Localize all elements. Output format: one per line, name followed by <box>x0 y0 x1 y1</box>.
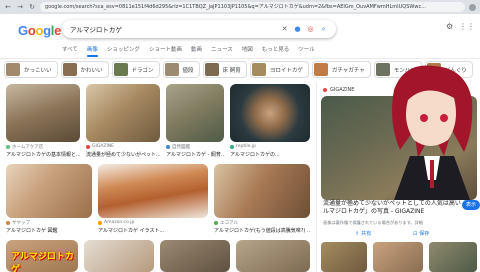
image-result[interactable]: エコアル アルマジロトカゲ(もう値段は高騰気味?) ... <box>214 164 310 236</box>
chip-thumbnail <box>204 63 219 76</box>
result-thumbnail[interactable] <box>98 164 208 218</box>
chip-thumbnail <box>164 63 179 76</box>
chip-thumbnail <box>113 63 128 76</box>
tab-more[interactable]: もっと見る <box>262 44 290 56</box>
result-source: ホームアクア店 <box>6 144 43 150</box>
visit-button[interactable]: 表示 <box>462 200 480 210</box>
chip-price[interactable]: 値段 <box>162 61 200 78</box>
image-result[interactable]: 自然図鑑 アルマジロトカゲ - 飼育... <box>166 84 224 160</box>
preview-title[interactable]: 流通量が極めて少ないがペットとしての人気は高い「アルマジロトカゲ」の写真 - G… <box>323 200 473 216</box>
apps-icon[interactable]: ⋮⋮ <box>459 22 475 31</box>
result-thumbnail[interactable] <box>84 240 154 272</box>
result-thumbnail[interactable] <box>86 84 160 142</box>
result-thumbnail[interactable] <box>6 164 92 218</box>
result-thumbnail[interactable] <box>236 240 310 272</box>
result-thumbnail[interactable] <box>214 164 310 218</box>
share-icon: ⇪ <box>355 230 360 237</box>
result-title[interactable]: アルマジロトカゲの... <box>230 151 310 158</box>
reload-icon[interactable]: ↻ <box>28 3 36 11</box>
image-result[interactable]: GIGAZINE 流通量が極めて少ないがペット... <box>86 84 160 160</box>
tab-images[interactable]: 画像 <box>86 44 98 57</box>
image-result[interactable]: reptile.jp アルマジロトカゲの... <box>230 84 310 160</box>
chip-label: かわいい <box>80 67 103 74</box>
image-result[interactable]: Amazon.co.jp アルマジロトカゲ イラスト... <box>98 164 208 236</box>
result-thumbnail[interactable] <box>6 84 80 142</box>
result-title[interactable]: アルマジロトカゲ - 飼育... <box>166 151 224 158</box>
streamer-avatar <box>392 65 473 200</box>
result-title[interactable]: アルマジロトカゲ(もう値段は高騰気味?) ... <box>214 227 310 234</box>
tab-tools[interactable]: ツール <box>298 44 315 56</box>
chip-thumbnail <box>6 63 20 76</box>
result-title[interactable]: アルマジロトカゲ イラスト... <box>98 227 208 234</box>
result-title[interactable]: アルマジロトカゲの基本情報と... <box>6 151 80 158</box>
share-button[interactable]: ⇪ 共有 <box>355 230 371 238</box>
tab-maps[interactable]: 地図 <box>242 44 253 56</box>
result-source: reptile.jp <box>230 144 256 149</box>
gear-icon[interactable]: ⚙ <box>446 22 453 31</box>
chip-thumbnail <box>251 63 266 76</box>
header-divider <box>0 58 480 59</box>
tab-short-videos[interactable]: ショート動画 <box>149 44 182 56</box>
save-button[interactable]: ⊡ 保存 <box>413 230 429 238</box>
google-logo[interactable]: Google <box>18 23 61 38</box>
chip-label: かっこいい <box>24 67 52 74</box>
chip-floor-keeping[interactable]: 床 飼育 <box>202 61 247 78</box>
tab-all[interactable]: すべて <box>62 44 78 56</box>
microphone-icon[interactable]: ● <box>293 25 302 34</box>
result-title[interactable]: アルマジロトカゲ 図鑑 <box>6 227 92 234</box>
chip-cool[interactable]: かっこいい <box>4 61 58 78</box>
chip-label: ヨロイトカゲ <box>269 67 303 74</box>
tab-news[interactable]: ニュース <box>211 44 233 56</box>
result-source: サヤップ <box>6 220 30 226</box>
google-header: Google アルマジロトカゲ ✕ ● ◎ ⌕ ⚙ ⋮⋮ <box>0 14 480 44</box>
search-icon[interactable]: ⌕ <box>319 25 328 34</box>
search-input[interactable]: アルマジロトカゲ <box>70 24 276 34</box>
lens-icon[interactable]: ◎ <box>306 25 315 34</box>
result-source: エコアル <box>214 220 238 226</box>
back-icon[interactable]: ← <box>4 3 12 11</box>
forward-icon[interactable]: → <box>16 3 24 11</box>
tab-videos[interactable]: 動画 <box>191 44 202 56</box>
image-result[interactable] <box>236 240 310 272</box>
result-thumbnail[interactable] <box>160 240 230 272</box>
chip-thumbnail <box>62 63 77 76</box>
result-source: Amazon.co.jp <box>98 220 134 225</box>
preview-source[interactable]: GIGAZINE <box>323 87 354 93</box>
result-source: GIGAZINE <box>86 144 114 149</box>
result-thumbnail[interactable] <box>230 84 310 142</box>
chip-armored-lizard[interactable]: ヨロイトカゲ <box>249 61 309 78</box>
result-badge-text: アルマジロトカゲ <box>11 252 74 272</box>
chip-gacha[interactable]: ガチャガチャ <box>311 61 371 78</box>
chip-cute[interactable]: かわいい <box>60 61 109 78</box>
chip-label: ドラゴン <box>131 67 154 74</box>
clear-icon[interactable]: ✕ <box>280 25 289 34</box>
address-bar[interactable]: google.com/search?sca_esv=0811e151f4d6d2… <box>40 2 465 12</box>
image-result[interactable]: サヤップ アルマジロトカゲ 図鑑 <box>6 164 92 236</box>
image-result[interactable] <box>160 240 230 272</box>
result-thumbnail[interactable] <box>166 84 224 142</box>
image-result[interactable]: アルマジロトカゲ <box>6 240 78 272</box>
chip-label: 値段 <box>182 67 194 74</box>
image-result[interactable]: ホームアクア店 アルマジロトカゲの基本情報と... <box>6 84 80 160</box>
chip-label: ガチャガチャ <box>331 67 365 74</box>
bookmark-icon: ⊡ <box>413 230 418 237</box>
chip-thumbnail <box>313 63 328 76</box>
chip-label: 床 飼育 <box>222 67 241 74</box>
browser-toolbar: ← → ↻ google.com/search?sca_esv=0811e151… <box>0 0 480 14</box>
result-source: 自然図鑑 <box>166 144 190 150</box>
copyright-note: 画像は著作権で保護されている場合があります。詳細 <box>323 220 423 225</box>
related-thumbnail[interactable] <box>373 242 423 272</box>
image-result[interactable] <box>84 240 154 272</box>
result-title[interactable]: 流通量が極めて少ないがペット... <box>86 151 160 158</box>
search-box[interactable]: アルマジロトカゲ ✕ ● ◎ ⌕ <box>62 20 336 38</box>
tab-shopping[interactable]: ショッピング <box>107 44 140 56</box>
chip-dragon[interactable]: ドラゴン <box>111 61 160 78</box>
related-thumbnail[interactable] <box>321 242 367 272</box>
profile-icon[interactable] <box>469 3 476 11</box>
related-thumbnail[interactable] <box>429 242 477 272</box>
search-tabs: すべて 画像 ショッピング ショート動画 動画 ニュース 地図 もっと見る ツー… <box>62 44 315 57</box>
site-favicon-icon <box>323 88 327 92</box>
